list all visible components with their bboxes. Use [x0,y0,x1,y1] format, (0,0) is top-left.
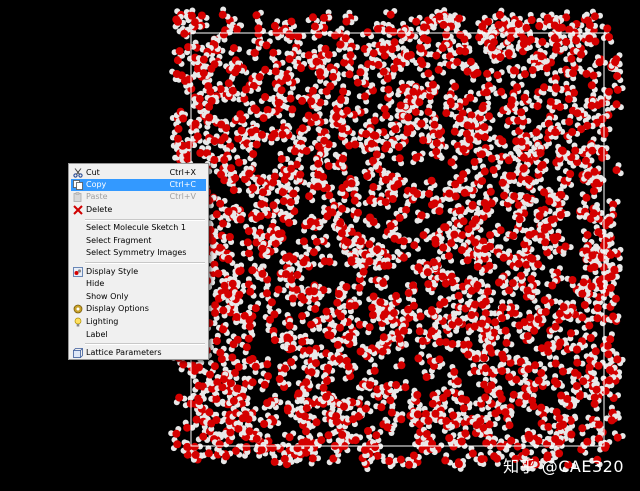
menu-separator [85,219,205,221]
scissors-icon [73,168,83,178]
delete-x-icon [73,205,83,215]
menu-separator [85,343,205,345]
display-options-icon [73,304,83,314]
menu-item-lighting[interactable]: Lighting [71,316,206,328]
menu-item-label: Display Options [86,304,149,313]
copy-icon [73,180,83,190]
menu-item-select-fragment[interactable]: Select Fragment [71,235,206,247]
menu-item-hide[interactable]: Hide [71,278,206,290]
water-molecules [168,6,626,473]
menu-item-label: Paste [86,192,108,201]
menu-item-label: Select Fragment [86,236,152,245]
menu-item-shortcut: Ctrl+X [169,168,196,177]
menu-item-shortcut: Ctrl+V [169,192,196,201]
menu-item-label: Select Symmetry Images [86,248,187,257]
menu-item-label: Lighting [86,317,119,326]
menu-item-label: Delete [86,205,113,214]
menu-item-paste: Paste Ctrl+V [71,191,206,203]
lattice-parameters-icon [73,348,83,358]
menu-separator [85,262,205,264]
menu-item-shortcut: Ctrl+C [169,180,196,189]
context-menu: Cut Ctrl+X Copy Ctrl+C Paste Ctrl+V Dele… [68,163,209,360]
menu-item-label: Hide [86,279,105,288]
menu-item-show-only[interactable]: Show Only [71,291,206,303]
menu-item-label: Select Molecule Sketch 1 [86,223,186,232]
watermark: 知乎 @CAE320 [503,457,624,476]
menu-item-cut[interactable]: Cut Ctrl+X [71,167,206,179]
menu-item-label: Show Only [86,292,129,301]
menu-item-select-symmetry-images[interactable]: Select Symmetry Images [71,247,206,259]
menu-item-display-style[interactable]: Display Style [71,266,206,278]
menu-item-label: Display Style [86,267,139,276]
menu-item-label: Copy [86,180,107,189]
menu-item-label: Cut [86,168,100,177]
display-style-icon [73,267,83,277]
menu-item-label: Lattice Parameters [86,348,162,357]
menu-item-display-options[interactable]: Display Options [71,303,206,315]
menu-item-lattice-parameters[interactable]: Lattice Parameters [71,347,206,359]
menu-item-label-action[interactable]: Label [71,329,206,341]
menu-item-copy[interactable]: Copy Ctrl+C [71,179,206,191]
paste-icon [73,192,82,202]
menu-item-label: Label [86,330,108,339]
menu-item-select-molecule[interactable]: Select Molecule Sketch 1 [71,222,206,234]
menu-item-delete[interactable]: Delete [71,204,206,216]
lighting-icon [74,317,82,327]
